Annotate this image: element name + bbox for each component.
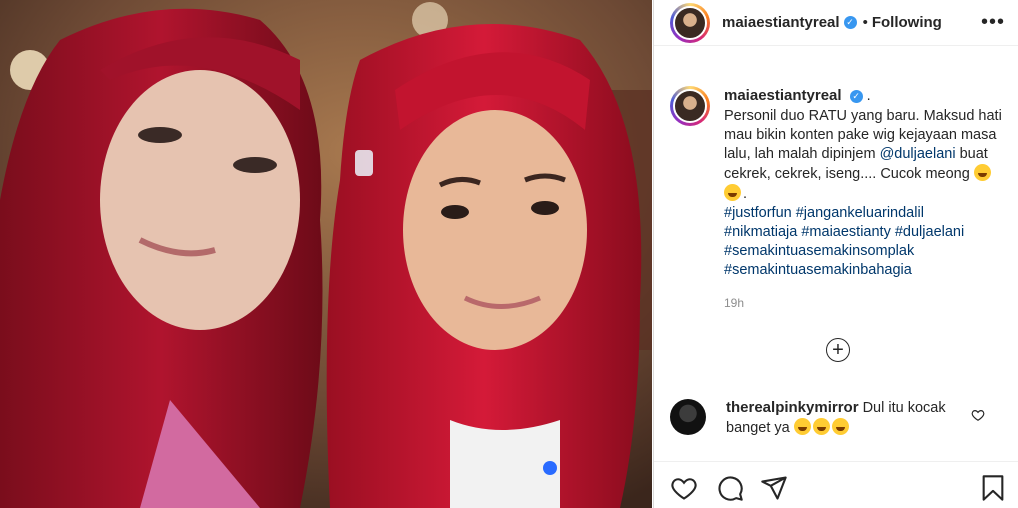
hashtag-line[interactable]: #nikmatiaja #maiaestianty #duljaelani: [724, 223, 1004, 242]
comment-item: therealpinkymirror Dul itu kocak banget …: [670, 398, 1005, 438]
caption-text: Personil duo RATU yang baru. Maksud hati…: [724, 107, 1004, 204]
following-button[interactable]: Following: [872, 14, 942, 31]
paper-plane-icon[interactable]: [760, 474, 788, 502]
commenter-avatar[interactable]: [670, 399, 706, 435]
caption-author-avatar[interactable]: [670, 86, 710, 126]
comment-icon[interactable]: [716, 474, 744, 502]
add-comment-circle-icon[interactable]: +: [826, 338, 850, 362]
verified-badge-icon: ✓: [849, 89, 863, 103]
hashtag-line[interactable]: #justforfun #jangankeluarindalil: [724, 204, 1004, 223]
hashtag-line[interactable]: #semakintuasemakinbahagia: [724, 261, 1004, 280]
caption-text-part-3: .: [743, 186, 748, 202]
more-options-icon[interactable]: •••: [981, 11, 1005, 34]
caption-body: maiaestiantyreal ✓ . Personil duo RATU y…: [724, 86, 1004, 313]
caption-period: .: [866, 88, 871, 104]
hashtag-line[interactable]: #semakintuasemakinsomplak: [724, 242, 1004, 261]
author-username[interactable]: maiaestiantyreal: [722, 14, 840, 31]
bookmark-icon[interactable]: [979, 474, 1007, 502]
heart-icon[interactable]: [670, 474, 698, 502]
photo-illustration: [0, 0, 652, 508]
comment-body: therealpinkymirror Dul itu kocak banget …: [726, 398, 974, 438]
grinning-emoji-icon: [831, 418, 849, 435]
grinning-emoji-icon: [812, 418, 830, 435]
grinning-emoji-icon: [793, 418, 811, 435]
separator-dot: •: [862, 14, 868, 31]
post-details-panel: maiaestiantyreal ✓ • Following ••• maiae…: [653, 0, 1018, 508]
post-timestamp[interactable]: 19h: [724, 294, 1004, 313]
post-photo[interactable]: [0, 0, 652, 508]
verified-badge-icon: ✓: [843, 16, 857, 29]
post-header: maiaestiantyreal ✓ • Following •••: [654, 0, 1018, 46]
post-caption: maiaestiantyreal ✓ . Personil duo RATU y…: [670, 86, 1005, 313]
grinning-emoji-icon: [973, 164, 991, 181]
commenter-username[interactable]: therealpinkymirror: [726, 399, 859, 416]
comment-like-heart-icon[interactable]: [971, 408, 985, 422]
caption-mention-link[interactable]: @duljaelani: [880, 146, 956, 162]
action-bar: [654, 461, 1018, 508]
author-avatar[interactable]: [670, 2, 710, 43]
caption-username[interactable]: maiaestiantyreal: [724, 87, 842, 104]
rofl-emoji-icon: [724, 184, 741, 201]
